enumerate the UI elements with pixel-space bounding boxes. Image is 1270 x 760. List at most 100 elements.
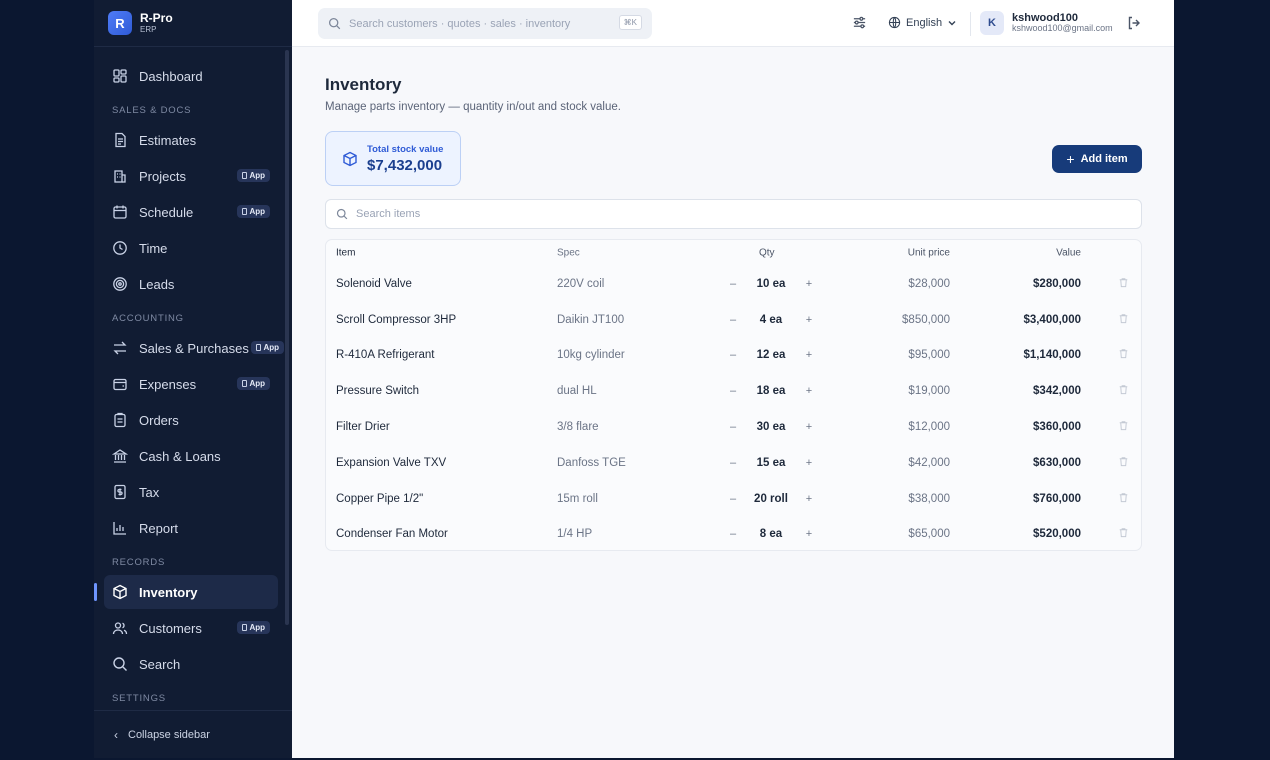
trash-icon[interactable] [1118, 276, 1129, 291]
sidebar-item-search[interactable]: Search [104, 647, 278, 681]
decrease-qty-button[interactable]: – [726, 457, 740, 469]
sidebar-item-tax[interactable]: Tax [104, 475, 278, 509]
table-row[interactable]: Expansion Valve TXV Danfoss TGE – 15 ea … [326, 445, 1141, 481]
stat-value: $7,432,000 [367, 156, 443, 174]
sidebar-item-label: Schedule [139, 204, 194, 220]
cell-unit-price: $95,000 [908, 349, 950, 362]
cell-qty: 12 ea [756, 349, 786, 362]
brand[interactable]: R R-Pro ERP [94, 0, 292, 47]
add-item-label: Add item [1080, 153, 1128, 165]
brand-logo: R [108, 11, 132, 35]
increase-qty-button[interactable]: + [802, 421, 816, 433]
increase-qty-button[interactable]: + [802, 528, 816, 540]
increase-qty-button[interactable]: + [802, 314, 816, 326]
add-item-button[interactable]: + Add item [1052, 145, 1142, 173]
clipboard-icon [112, 412, 128, 428]
table-row[interactable]: Filter Drier 3/8 flare – 30 ea + $12,000… [326, 409, 1141, 445]
header-spec: Spec [557, 247, 580, 259]
sidebar-item-label: Leads [139, 276, 175, 292]
trash-icon[interactable] [1118, 491, 1129, 506]
qty-stepper: – 10 ea + [726, 278, 816, 290]
user-menu[interactable]: K kshwood100 kshwood100@gmail.com [980, 11, 1113, 35]
trash-icon[interactable] [1118, 420, 1129, 435]
increase-qty-button[interactable]: + [802, 278, 816, 290]
table-row[interactable]: Solenoid Valve 220V coil – 10 ea + $28,0… [326, 266, 1141, 302]
section-accounting: ACCOUNTING [112, 312, 184, 324]
sidebar-item-inventory[interactable]: Inventory [94, 575, 278, 609]
table-header: Item Spec Qty Unit price Value [326, 240, 1141, 266]
table-body: Solenoid Valve 220V coil – 10 ea + $28,0… [326, 266, 1141, 552]
trash-icon[interactable] [1118, 312, 1129, 327]
trash-icon[interactable] [1118, 348, 1129, 363]
cell-unit-price: $42,000 [908, 456, 950, 469]
cell-spec: dual HL [557, 385, 597, 398]
brand-sub: ERP [140, 25, 157, 34]
sidebar-item-orders[interactable]: Orders [104, 403, 278, 437]
cell-item: Expansion Valve TXV [336, 456, 447, 469]
sidebar-item-estimates[interactable]: Estimates [104, 123, 278, 157]
qty-stepper: – 20 roll + [726, 493, 816, 505]
sliders-icon[interactable] [852, 15, 867, 35]
box-icon [112, 584, 128, 600]
sidebar-item-cash-loans[interactable]: Cash & Loans [104, 439, 278, 473]
decrease-qty-button[interactable]: – [726, 385, 740, 397]
decrease-qty-button[interactable]: – [726, 421, 740, 433]
table-row[interactable]: Pressure Switch dual HL – 18 ea + $19,00… [326, 373, 1141, 409]
sidebar-item-label: Cash & Loans [139, 448, 221, 464]
table-row[interactable]: Condenser Fan Motor 1/4 HP – 8 ea + $65,… [326, 517, 1141, 553]
page-subtitle: Manage parts inventory — quantity in/out… [325, 101, 621, 113]
global-search[interactable]: Search customers · quotes · sales · inve… [318, 8, 652, 39]
language-selector[interactable]: English [888, 16, 957, 29]
decrease-qty-button[interactable]: – [726, 349, 740, 361]
cell-qty: 20 roll [754, 492, 788, 505]
decrease-qty-button[interactable]: – [726, 278, 740, 290]
cell-qty: 8 ea [759, 528, 783, 541]
increase-qty-button[interactable]: + [802, 385, 816, 397]
sidebar-scrollbar[interactable] [285, 50, 289, 625]
table-row[interactable]: Copper Pipe 1/2" 15m roll – 20 roll + $3… [326, 481, 1141, 517]
globe-icon [888, 16, 901, 29]
increase-qty-button[interactable]: + [802, 457, 816, 469]
logout-icon[interactable] [1126, 15, 1142, 36]
header-item: Item [336, 247, 356, 259]
sidebar-item-label: Estimates [139, 132, 197, 148]
decrease-qty-button[interactable]: – [726, 314, 740, 326]
document-icon [112, 132, 128, 148]
table-row[interactable]: R-410A Refrigerant 10kg cylinder – 12 ea… [326, 338, 1141, 374]
trash-icon[interactable] [1118, 527, 1129, 542]
cell-item: Copper Pipe 1/2" [336, 492, 424, 505]
sidebar-item-projects[interactable]: Projects App [104, 159, 278, 193]
cell-unit-price: $12,000 [908, 421, 950, 434]
item-search-input[interactable] [356, 208, 1116, 220]
decrease-qty-button[interactable]: – [726, 528, 740, 540]
trash-icon[interactable] [1118, 455, 1129, 470]
trash-icon[interactable] [1118, 384, 1129, 399]
sidebar-item-label: Report [139, 520, 179, 536]
sidebar-item-customers[interactable]: Customers App [104, 611, 278, 645]
increase-qty-button[interactable]: + [802, 349, 816, 361]
sidebar-item-dashboard[interactable]: Dashboard [104, 59, 278, 93]
decrease-qty-button[interactable]: – [726, 493, 740, 505]
sidebar-item-label: Expenses [139, 376, 197, 392]
cell-spec: 220V coil [557, 277, 605, 290]
cell-item: Pressure Switch [336, 385, 420, 398]
app-window: R R-Pro ERP Dashboard SALES & DOCS Estim… [94, 0, 1174, 758]
sidebar-item-report[interactable]: Report [104, 511, 278, 545]
qty-stepper: – 12 ea + [726, 349, 816, 361]
sidebar-item-label: Time [139, 240, 168, 256]
sidebar-item-label: Customers [139, 620, 202, 636]
table-row[interactable]: Scroll Compressor 3HP Daikin JT100 – 4 e… [326, 302, 1141, 338]
sidebar-item-time[interactable]: Time [104, 231, 278, 265]
sidebar-item-sales-purchases[interactable]: Sales & Purchases App [104, 331, 284, 365]
bar-chart-icon [112, 520, 128, 536]
users-icon [112, 620, 128, 636]
collapse-sidebar-button[interactable]: ‹ Collapse sidebar [94, 710, 292, 758]
sidebar-item-expenses[interactable]: Expenses App [104, 367, 278, 401]
inventory-table: Item Spec Qty Unit price Value Solenoid … [325, 239, 1142, 551]
section-sales-docs: SALES & DOCS [112, 104, 192, 116]
increase-qty-button[interactable]: + [802, 493, 816, 505]
bank-icon [112, 448, 128, 464]
sidebar-item-leads[interactable]: Leads [104, 267, 278, 301]
sidebar-item-schedule[interactable]: Schedule App [104, 195, 278, 229]
cell-spec: 3/8 flare [557, 421, 599, 434]
